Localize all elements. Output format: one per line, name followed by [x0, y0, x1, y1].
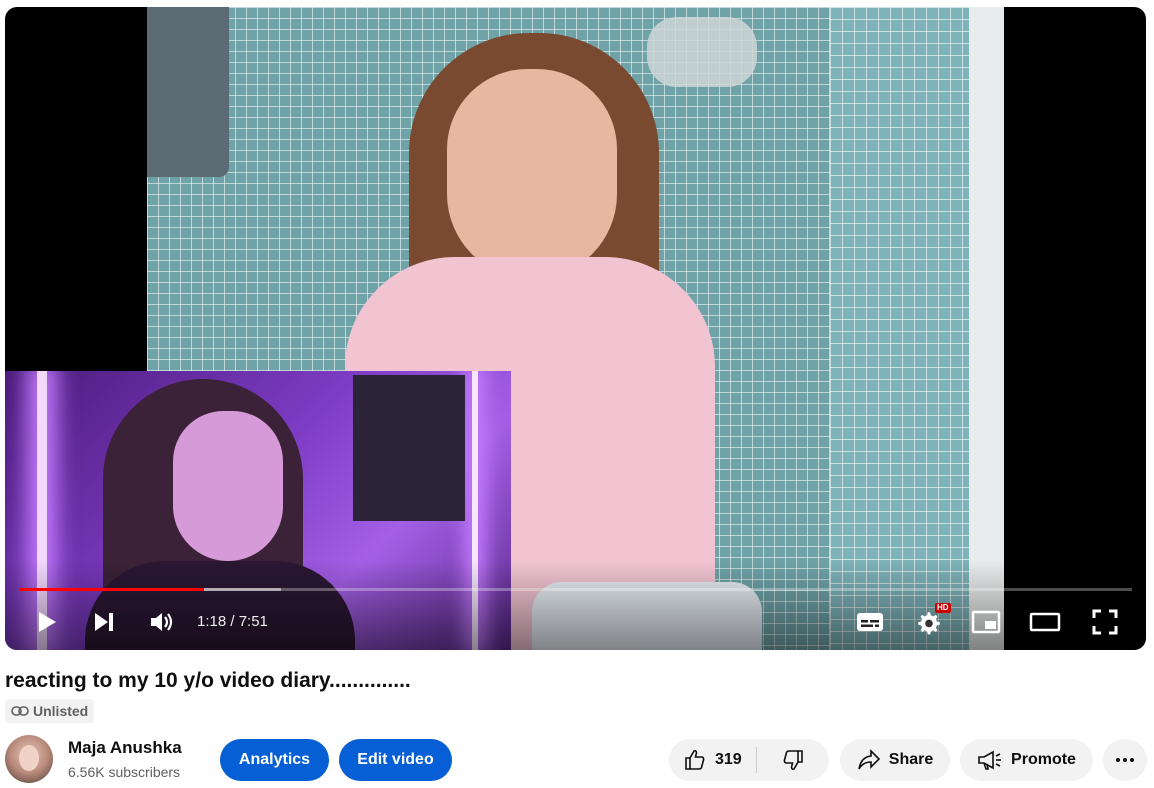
share-label: Share [888, 751, 934, 768]
thumbs-down-icon [783, 750, 803, 771]
progress-played [19, 588, 204, 591]
like-button[interactable]: 319 [669, 739, 742, 781]
promote-label: Promote [1011, 751, 1076, 768]
video-player[interactable]: 1:18 / 7:51 HD [5, 7, 1146, 650]
analytics-button[interactable]: Analytics [220, 739, 329, 781]
next-icon [95, 613, 113, 631]
video-scene-shower [647, 17, 757, 87]
hd-badge: HD [935, 603, 951, 613]
video-scene-person-face [447, 69, 617, 279]
pip-person-face [173, 411, 283, 561]
subtitles-icon [857, 613, 883, 631]
avatar-face [19, 745, 39, 771]
promote-button[interactable]: Promote [960, 739, 1093, 781]
more-actions-button[interactable] [1103, 739, 1147, 781]
edit-video-button[interactable]: Edit video [339, 739, 452, 781]
like-dislike-group: 319 [669, 739, 829, 781]
channel-avatar[interactable] [5, 735, 53, 783]
video-scene-pillar [969, 7, 1004, 650]
theater-mode-button[interactable] [1027, 607, 1063, 637]
fullscreen-button[interactable] [1087, 607, 1123, 637]
subscriber-count: 6.56K subscribers [68, 764, 181, 780]
video-title: reacting to my 10 y/o video diary.......… [5, 669, 411, 692]
volume-icon [151, 613, 173, 631]
miniplayer-button[interactable] [968, 607, 1004, 637]
more-dots-icon [1116, 758, 1134, 762]
time-display: 1:18 / 7:51 [197, 613, 268, 630]
like-count: 319 [715, 751, 742, 768]
theater-icon [1029, 612, 1061, 632]
miniplayer-icon [971, 610, 1001, 634]
share-arrow-icon [857, 749, 880, 770]
share-button[interactable]: Share [840, 739, 950, 781]
megaphone-icon [978, 750, 1002, 770]
fullscreen-icon [1092, 609, 1118, 635]
visibility-label: Unlisted [33, 703, 89, 719]
dislike-button[interactable] [757, 739, 829, 781]
play-button[interactable] [31, 608, 63, 636]
play-icon [39, 612, 56, 632]
volume-button[interactable] [146, 608, 178, 636]
channel-name[interactable]: Maja Anushka [68, 738, 182, 758]
progress-bar[interactable] [19, 588, 1132, 591]
visibility-badge: Unlisted [5, 699, 95, 723]
link-icon [11, 706, 29, 716]
video-scene-towel [147, 7, 229, 177]
pip-wall-poster [353, 375, 465, 521]
thumbs-up-icon [685, 749, 705, 770]
next-button[interactable] [89, 608, 119, 636]
subtitles-button[interactable] [853, 607, 887, 637]
